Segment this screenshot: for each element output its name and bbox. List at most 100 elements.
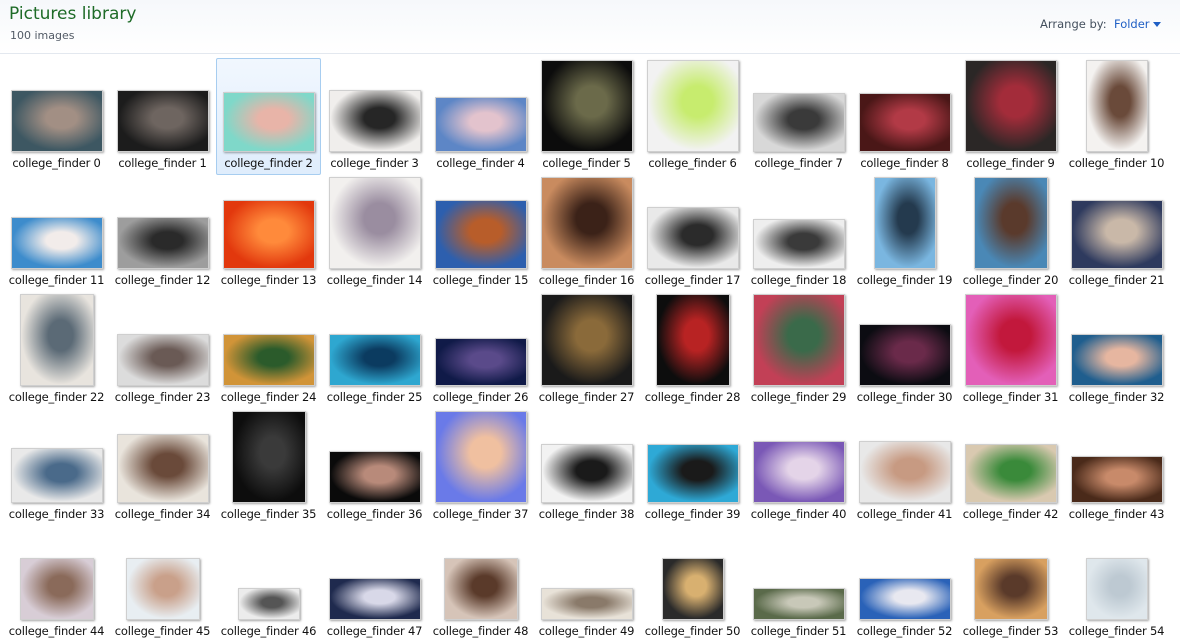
thumbnail-item[interactable]: college_finder 1 <box>110 58 215 175</box>
thumbnail-item[interactable]: college_finder 26 <box>428 292 533 409</box>
photo-thumbnail[interactable] <box>10 90 103 152</box>
photo-thumbnail[interactable] <box>540 294 633 386</box>
photo-thumbnail[interactable] <box>434 97 527 152</box>
photo-thumbnail[interactable] <box>752 93 845 152</box>
photo-thumbnail[interactable] <box>973 177 1048 269</box>
photo-thumbnail[interactable] <box>964 60 1057 152</box>
photo-thumbnail[interactable] <box>1070 200 1163 269</box>
photo-thumbnail[interactable] <box>1085 60 1148 152</box>
photo-thumbnail[interactable] <box>237 588 300 620</box>
thumbnail-item[interactable]: college_finder 13 <box>216 175 321 292</box>
thumbnail-item[interactable]: college_finder 43 <box>1064 409 1169 526</box>
thumbnail-item[interactable]: college_finder 53 <box>958 526 1063 643</box>
photo-thumbnail[interactable] <box>10 217 103 269</box>
photo-thumbnail[interactable] <box>328 177 421 269</box>
photo-thumbnail[interactable] <box>125 558 200 620</box>
thumbnail-item[interactable]: college_finder 52 <box>852 526 957 643</box>
thumbnail-item[interactable]: college_finder 41 <box>852 409 957 526</box>
thumbnail-item[interactable]: college_finder 48 <box>428 526 533 643</box>
thumbnail-item[interactable]: college_finder 2 <box>216 58 321 175</box>
thumbnail-item[interactable]: college_finder 46 <box>216 526 321 643</box>
photo-thumbnail[interactable] <box>540 444 633 503</box>
photo-thumbnail[interactable] <box>434 338 527 386</box>
photo-thumbnail[interactable] <box>116 334 209 386</box>
thumbnail-item[interactable]: college_finder 27 <box>534 292 639 409</box>
photo-thumbnail[interactable] <box>540 177 633 269</box>
thumbnail-item[interactable]: college_finder 20 <box>958 175 1063 292</box>
photo-thumbnail[interactable] <box>540 60 633 152</box>
thumbnail-item[interactable]: college_finder 32 <box>1064 292 1169 409</box>
thumbnail-item[interactable]: college_finder 25 <box>322 292 427 409</box>
thumbnail-item[interactable]: college_finder 16 <box>534 175 639 292</box>
thumbnail-item[interactable]: college_finder 11 <box>4 175 109 292</box>
thumbnail-item[interactable]: college_finder 23 <box>110 292 215 409</box>
photo-thumbnail[interactable] <box>752 441 845 503</box>
thumbnail-item[interactable]: college_finder 30 <box>852 292 957 409</box>
photo-thumbnail[interactable] <box>434 411 527 503</box>
photo-thumbnail[interactable] <box>10 448 103 503</box>
thumbnail-item[interactable]: college_finder 31 <box>958 292 1063 409</box>
thumbnail-item[interactable]: college_finder 29 <box>746 292 851 409</box>
photo-thumbnail[interactable] <box>661 558 724 620</box>
thumbnail-item[interactable]: college_finder 19 <box>852 175 957 292</box>
thumbnail-item[interactable]: college_finder 42 <box>958 409 1063 526</box>
photo-thumbnail[interactable] <box>964 294 1057 386</box>
photo-thumbnail[interactable] <box>1070 334 1163 386</box>
photo-thumbnail[interactable] <box>858 441 951 503</box>
thumbnail-item[interactable]: college_finder 17 <box>640 175 745 292</box>
thumbnail-item[interactable]: college_finder 28 <box>640 292 745 409</box>
thumbnail-item[interactable]: college_finder 15 <box>428 175 533 292</box>
photo-thumbnail[interactable] <box>646 60 739 152</box>
thumbnail-item[interactable]: college_finder 6 <box>640 58 745 175</box>
thumbnail-item[interactable]: college_finder 47 <box>322 526 427 643</box>
photo-thumbnail[interactable] <box>858 93 951 152</box>
photo-thumbnail[interactable] <box>1085 558 1148 620</box>
photo-thumbnail[interactable] <box>328 334 421 386</box>
thumbnail-item[interactable]: college_finder 36 <box>322 409 427 526</box>
photo-thumbnail[interactable] <box>19 294 94 386</box>
thumbnail-item[interactable]: college_finder 45 <box>110 526 215 643</box>
photo-thumbnail[interactable] <box>646 444 739 503</box>
photo-thumbnail[interactable] <box>752 219 845 269</box>
thumbnail-item[interactable]: college_finder 0 <box>4 58 109 175</box>
thumbnail-item[interactable]: college_finder 22 <box>4 292 109 409</box>
thumbnail-item[interactable]: college_finder 34 <box>110 409 215 526</box>
photo-thumbnail[interactable] <box>434 200 527 269</box>
thumbnail-item[interactable]: college_finder 38 <box>534 409 639 526</box>
thumbnail-item[interactable]: college_finder 24 <box>216 292 321 409</box>
thumbnail-item[interactable]: college_finder 7 <box>746 58 851 175</box>
thumbnail-item[interactable]: college_finder 12 <box>110 175 215 292</box>
arrange-by-dropdown[interactable]: Folder <box>1114 17 1150 31</box>
thumbnail-item[interactable]: college_finder 8 <box>852 58 957 175</box>
photo-thumbnail[interactable] <box>222 200 315 269</box>
thumbnail-item[interactable]: college_finder 4 <box>428 58 533 175</box>
photo-thumbnail[interactable] <box>540 588 633 620</box>
thumbnail-item[interactable]: college_finder 51 <box>746 526 851 643</box>
photo-thumbnail[interactable] <box>328 451 421 503</box>
thumbnail-item[interactable]: college_finder 39 <box>640 409 745 526</box>
photo-thumbnail[interactable] <box>116 217 209 269</box>
photo-thumbnail[interactable] <box>222 334 315 386</box>
thumbnail-item[interactable]: college_finder 40 <box>746 409 851 526</box>
thumbnail-item[interactable]: college_finder 37 <box>428 409 533 526</box>
thumbnail-item[interactable]: college_finder 50 <box>640 526 745 643</box>
photo-thumbnail[interactable] <box>116 90 209 152</box>
photo-thumbnail[interactable] <box>646 207 739 269</box>
thumbnail-item[interactable]: college_finder 33 <box>4 409 109 526</box>
photo-thumbnail[interactable] <box>858 578 951 620</box>
photo-thumbnail[interactable] <box>19 558 94 620</box>
thumbnail-item[interactable]: college_finder 21 <box>1064 175 1169 292</box>
thumbnail-item[interactable]: college_finder 44 <box>4 526 109 643</box>
photo-thumbnail[interactable] <box>231 411 306 503</box>
thumbnail-item[interactable]: college_finder 10 <box>1064 58 1169 175</box>
photo-thumbnail[interactable] <box>858 324 951 386</box>
thumbnail-item[interactable]: college_finder 3 <box>322 58 427 175</box>
thumbnail-item[interactable]: college_finder 14 <box>322 175 427 292</box>
thumbnail-item[interactable]: college_finder 9 <box>958 58 1063 175</box>
thumbnail-item[interactable]: college_finder 35 <box>216 409 321 526</box>
photo-thumbnail[interactable] <box>873 177 936 269</box>
thumbnail-item[interactable]: college_finder 54 <box>1064 526 1169 643</box>
photo-thumbnail[interactable] <box>116 434 209 503</box>
photo-thumbnail[interactable] <box>752 294 845 386</box>
photo-thumbnail[interactable] <box>1070 456 1163 503</box>
